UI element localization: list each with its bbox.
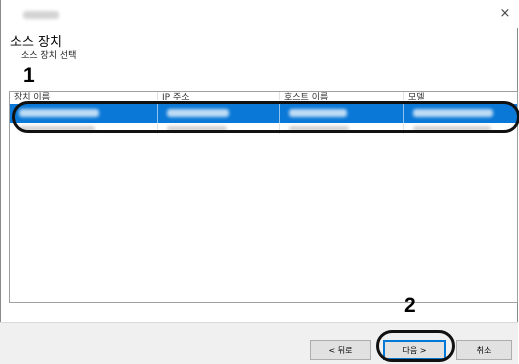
table-cell-value [167,126,227,131]
table-cell-value [289,109,347,117]
callout-number-2: 2 [404,294,416,317]
table-cell-value [413,126,491,131]
close-icon[interactable]: × [497,6,513,22]
table-cell-value [167,109,229,117]
table-cell-value [413,109,493,117]
next-button[interactable]: 다음 > [383,340,446,360]
page-subtitle: 소스 장치 선택 [21,51,77,61]
column-header-model[interactable]: 모델 [404,92,517,100]
table-row[interactable] [10,124,517,134]
callout-number-1: 1 [23,64,35,87]
title-bar: × [1,0,519,28]
table-cell-value [289,126,349,131]
table-cell [10,104,158,123]
device-list[interactable]: 장치 이름 IP 주소 호스트 이름 모델 [9,91,518,303]
table-row[interactable] [10,104,517,123]
table-cell [280,104,404,123]
column-header-host-name[interactable]: 호스트 이름 [280,92,404,100]
table-cell-value [19,109,99,117]
table-cell [280,124,404,134]
table-cell [158,104,280,123]
dialog-footer: < 뒤로 다음 > 취소 [0,322,518,364]
window-title [23,11,59,19]
column-header-ip-address[interactable]: IP 주소 [158,92,280,100]
table-cell [404,104,517,123]
page-header: 소스 장치 소스 장치 선택 [1,28,519,70]
list-header: 장치 이름 IP 주소 호스트 이름 모델 [10,92,517,102]
cancel-button[interactable]: 취소 [456,340,512,360]
table-cell-value [19,126,95,131]
table-cell [10,124,158,134]
back-button[interactable]: < 뒤로 [310,340,371,360]
column-header-device-name[interactable]: 장치 이름 [10,92,158,100]
table-cell [158,124,280,134]
table-cell [404,124,517,134]
